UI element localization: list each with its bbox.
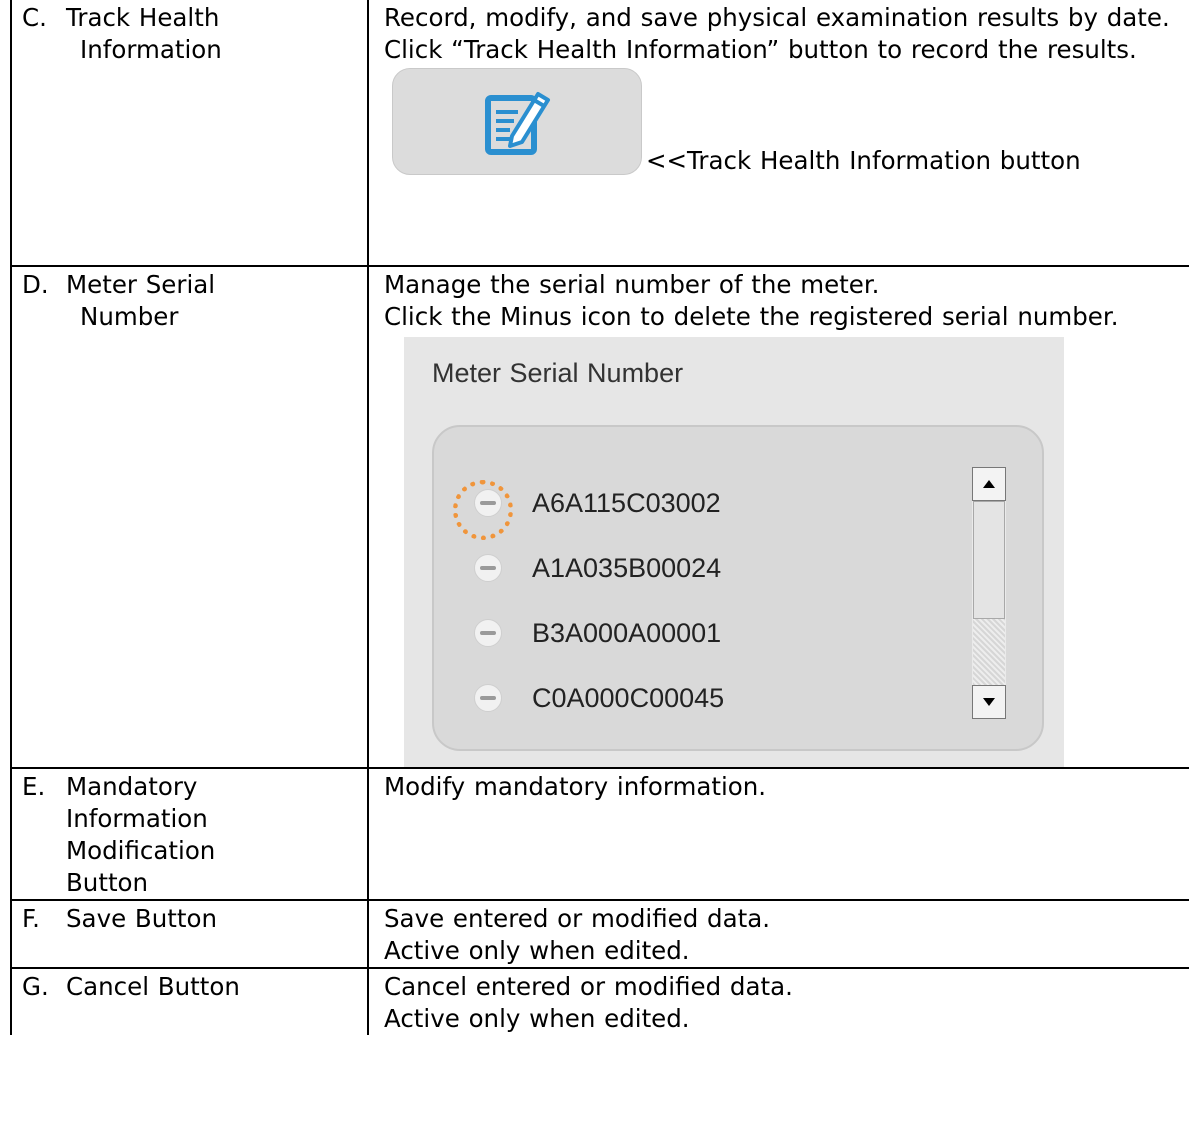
row-letter: F.	[22, 904, 40, 933]
minus-icon[interactable]	[474, 684, 502, 712]
arrow-down-icon	[983, 698, 995, 706]
scroll-thumb[interactable]	[973, 501, 1005, 619]
scroll-up-button[interactable]	[972, 467, 1006, 501]
row-label-cell: G. Cancel Button	[10, 967, 369, 1035]
description-text: Record, modify, and save physical examin…	[384, 3, 1170, 32]
table-row-meter-serial: D. Meter Serial Number Manage the serial…	[10, 265, 1189, 769]
serial-list-scrollbar[interactable]	[972, 467, 1006, 719]
row-label-line: Information	[66, 804, 208, 833]
track-health-information-button[interactable]	[392, 68, 642, 175]
row-label-line: Number	[80, 302, 179, 331]
table-row-save-button: F. Save Button Save entered or modified …	[10, 899, 1189, 969]
edit-note-icon	[485, 91, 550, 155]
serial-number: A6A115C03002	[532, 488, 721, 518]
row-label-line: Save Button	[66, 904, 217, 933]
highlight-circle	[453, 480, 513, 540]
track-button-figure: <<Track Health Information button	[384, 68, 1185, 175]
description-text: Active only when edited.	[384, 1004, 690, 1033]
feature-description-table: C. Track Health Information Record, modi…	[10, 0, 1189, 1035]
row-letter: G.	[22, 972, 49, 1001]
minus-icon[interactable]	[453, 480, 513, 540]
row-label-cell: C. Track Health Information	[10, 0, 369, 267]
row-label-line: Button	[66, 868, 149, 897]
table-row-cancel-button: G. Cancel Button Cancel entered or modif…	[10, 967, 1189, 1035]
meter-serial-list: A6A115C03002 A1A035B00024 B3A000A00001 C…	[432, 425, 1044, 751]
row-label-line: Mandatory	[66, 772, 198, 801]
row-label-line: Information	[80, 35, 222, 64]
serial-number: A1A035B00024	[532, 553, 722, 583]
serial-number: B3A000A00001	[532, 618, 722, 648]
description-text: Click “Track Health Information” button …	[384, 35, 1137, 64]
serial-list-item: C0A000C00045	[474, 680, 724, 716]
description-text: Modify mandatory information.	[384, 772, 767, 801]
table-row-mandatory-info: E. Mandatory Information Modification Bu…	[10, 767, 1189, 901]
row-description-cell: Manage the serial number of the meter. C…	[367, 265, 1189, 769]
meter-serial-title: Meter Serial Number	[432, 358, 684, 388]
row-label-line: Modification	[66, 836, 216, 865]
row-label-line: Cancel Button	[66, 972, 240, 1001]
serial-list-item: A6A115C03002	[453, 480, 721, 540]
table-row-track-health: C. Track Health Information Record, modi…	[10, 0, 1189, 267]
row-letter: E.	[22, 772, 46, 801]
row-label-line: Meter Serial	[66, 270, 216, 299]
minus-icon[interactable]	[474, 554, 502, 582]
scroll-track[interactable]	[973, 619, 1005, 685]
description-text: Click the Minus icon to delete the regis…	[384, 302, 1119, 331]
row-label-cell: D. Meter Serial Number	[10, 265, 369, 769]
meter-serial-panel: Meter Serial Number A6A115C03002 A1A035B…	[404, 337, 1064, 767]
description-text: Active only when edited.	[384, 936, 690, 965]
row-letter: D.	[22, 270, 49, 299]
row-description-cell: Modify mandatory information.	[367, 767, 1189, 901]
serial-list-item: A1A035B00024	[474, 550, 721, 586]
minus-icon[interactable]	[474, 619, 502, 647]
row-description-cell: Cancel entered or modified data. Active …	[367, 967, 1189, 1035]
description-text: Save entered or modified data.	[384, 904, 771, 933]
description-text: Manage the serial number of the meter.	[384, 270, 880, 299]
arrow-up-icon	[983, 480, 995, 488]
serial-number: C0A000C00045	[532, 683, 725, 713]
row-label-cell: F. Save Button	[10, 899, 369, 969]
serial-list-item: B3A000A00001	[474, 615, 721, 651]
row-description-cell: Record, modify, and save physical examin…	[367, 0, 1189, 267]
track-button-caption: <<Track Health Information button	[646, 146, 1081, 175]
row-label-cell: E. Mandatory Information Modification Bu…	[10, 767, 369, 901]
row-description-cell: Save entered or modified data. Active on…	[367, 899, 1189, 969]
description-text: Cancel entered or modified data.	[384, 972, 793, 1001]
row-letter: C.	[22, 3, 47, 32]
scroll-down-button[interactable]	[972, 685, 1006, 719]
row-label-line: Track Health	[66, 3, 220, 32]
